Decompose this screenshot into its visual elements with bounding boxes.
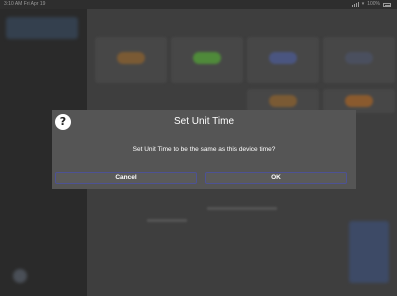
- wifi-icon: ▾: [361, 1, 365, 7]
- sidebar-avatar-blurred: [13, 269, 27, 283]
- battery-percent: 100%: [367, 1, 380, 7]
- signal-icon: [351, 2, 359, 7]
- dialog-title: Set Unit Time: [173, 116, 235, 127]
- dashboard-tile: [323, 37, 395, 83]
- dashboard-tile: [247, 37, 319, 83]
- cancel-button[interactable]: Cancel: [55, 172, 197, 184]
- sidebar-header-blurred: [6, 17, 78, 39]
- status-time-date: 3:10 AM Fri Apr 19: [4, 1, 46, 7]
- set-unit-time-dialog: ? Set Unit Time Set Unit Time to be the …: [52, 110, 356, 189]
- dashboard-tile: [171, 37, 243, 83]
- status-indicators: ▾ 100%: [351, 0, 391, 9]
- battery-icon: [383, 2, 391, 7]
- ok-button[interactable]: OK: [205, 172, 347, 184]
- dashboard-tile: [95, 37, 167, 83]
- side-panel-blurred: [349, 221, 389, 283]
- dialog-message: Set Unit Time to be the same as this dev…: [132, 146, 276, 153]
- status-bar: 3:10 AM Fri Apr 19 ▾ 100%: [0, 0, 397, 9]
- app-screen: 3:10 AM Fri Apr 19 ▾ 100% ? Set Unit Tim…: [0, 0, 397, 296]
- background-text: [207, 207, 277, 210]
- background-text: [147, 219, 187, 222]
